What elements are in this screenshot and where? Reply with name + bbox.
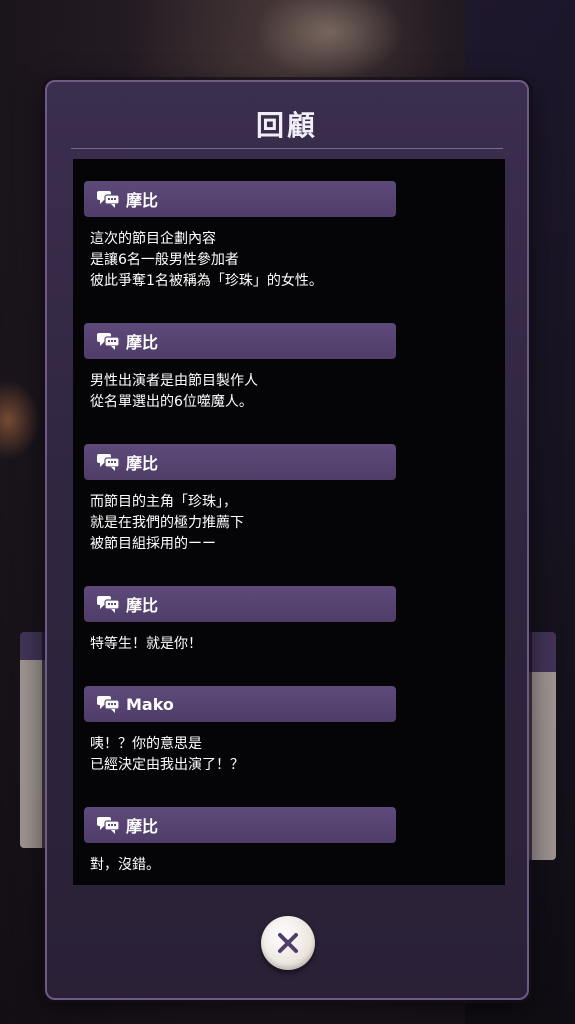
speaker-bar: 摩比 bbox=[84, 586, 396, 622]
dialogue-text: 這次的節目企劃內容 是讓6名一般男性參加者 彼此爭奪1名被稱為「珍珠」的女性。 bbox=[90, 231, 323, 289]
speaker-bar: 摩比 bbox=[84, 444, 396, 480]
dialogue-text: 咦！？你的意思是 已經決定由我出演了！？ bbox=[90, 736, 244, 773]
speaker-bar: 摩比 bbox=[84, 807, 396, 843]
background-chandelier bbox=[255, 0, 405, 80]
speech-bubble-icon bbox=[97, 454, 120, 471]
speaker-bar: Mako bbox=[84, 686, 396, 722]
speaker-name: Mako bbox=[126, 694, 174, 714]
title-divider bbox=[71, 148, 503, 149]
backlog-list[interactable]: 摩比 這次的節目企劃內容 是讓6名一般男性參加者 彼此爭奪1名被稱為「珍珠」的女… bbox=[73, 159, 505, 885]
speaker-name: 摩比 bbox=[126, 454, 159, 473]
close-icon bbox=[278, 933, 298, 953]
speech-bubble-icon bbox=[97, 191, 120, 208]
dialogue-text: 特等生！就是你！ bbox=[90, 636, 202, 652]
log-entry: 摩比 特等生！就是你！ bbox=[84, 586, 504, 655]
log-entry: 摩比 男性出演者是由節目製作人 從名單選出的6位噬魔人。 bbox=[84, 323, 504, 413]
log-entry: 摩比 而節目的主角「珍珠」， 就是在我們的極力推薦下 被節目組採用的ーー bbox=[84, 444, 504, 555]
backlog-dialog: 回顧 摩比 這次的節目企劃內容 是讓6名一般男性參加者 彼此爭奪1名被稱為「珍珠… bbox=[45, 80, 529, 1000]
speaker-bar: 摩比 bbox=[84, 181, 396, 217]
dialogue-text: 對，沒錯。 bbox=[90, 857, 160, 873]
dialogue-text: 而節目的主角「珍珠」， 就是在我們的極力推薦下 被節目組採用的ーー bbox=[90, 494, 244, 552]
speech-bubble-icon bbox=[97, 596, 120, 613]
close-button[interactable] bbox=[261, 916, 315, 970]
speech-bubble-icon bbox=[97, 817, 120, 834]
speaker-name: 摩比 bbox=[126, 817, 159, 836]
dialogue-text: 男性出演者是由節目製作人 從名單選出的6位噬魔人。 bbox=[90, 373, 258, 410]
speech-bubble-icon bbox=[97, 696, 120, 713]
speaker-name: 摩比 bbox=[126, 333, 159, 352]
dialog-title: 回顧 bbox=[255, 109, 318, 142]
log-entry: 摩比 對，沒錯。 bbox=[84, 807, 504, 876]
log-entry: 摩比 這次的節目企劃內容 是讓6名一般男性參加者 彼此爭奪1名被稱為「珍珠」的女… bbox=[84, 181, 504, 292]
background-lamp bbox=[0, 380, 40, 460]
speech-bubble-icon bbox=[97, 333, 120, 350]
speaker-name: 摩比 bbox=[126, 596, 159, 615]
log-entry: Mako 咦！？你的意思是 已經決定由我出演了！？ bbox=[84, 686, 504, 776]
speaker-name: 摩比 bbox=[126, 191, 159, 210]
speaker-bar: 摩比 bbox=[84, 323, 396, 359]
